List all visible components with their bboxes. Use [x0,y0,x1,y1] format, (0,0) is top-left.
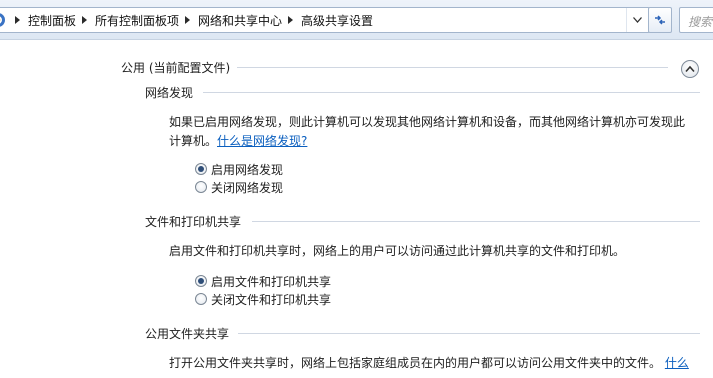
what-is-public-folder-sharing-link[interactable]: 什么 [665,356,689,370]
profile-title: 公用 (当前配置文件) [121,61,231,75]
collapse-profile-button[interactable] [681,60,699,78]
network-discovery-description: 如果已启用网络发现，则此计算机可以发现其他网络计算机和设备，而其他网络计算机亦可… [169,115,686,148]
network-discovery-divider [203,92,700,93]
radio-button-selected[interactable] [195,275,207,287]
breadcrumb-arrow-icon[interactable] [82,16,88,24]
public-folder-sharing-description: 打开公用文件夹共享时，网络上包括家庭组成员在内的用户都可以访问公用文件夹中的文件… [169,356,689,370]
address-bar-strip: 控制面板 所有控制面板项 网络和共享中心 高级共享设置 搜索 [0,0,713,40]
address-history-dropdown[interactable] [626,8,648,32]
option-label: 启用文件和打印机共享 [211,274,332,289]
disable-network-discovery-option[interactable]: 关闭网络发现 [195,179,283,195]
what-is-network-discovery-link[interactable]: 什么是网络发现? [217,134,307,148]
breadcrumb-network-sharing-center[interactable]: 网络和共享中心 [198,12,282,29]
chevron-down-icon [633,17,642,23]
chevron-up-icon [685,65,695,73]
refresh-icon [655,15,665,25]
file-printer-sharing-divider [252,221,700,222]
enable-file-printer-sharing-option[interactable]: 启用文件和打印机共享 [195,273,331,289]
breadcrumb-advanced-sharing[interactable]: 高级共享设置 [301,12,373,29]
option-label: 关闭网络发现 [211,180,284,195]
public-folder-sharing-divider [238,333,700,334]
public-folder-sharing-heading: 公用文件夹共享 [145,327,230,341]
radio-button[interactable] [195,293,207,305]
file-printer-sharing-description: 启用文件和打印机共享时，网络上的用户可以访问通过此计算机共享的文件和打印机。 [169,244,626,258]
radio-button[interactable] [195,181,207,193]
enable-network-discovery-option[interactable]: 启用网络发现 [195,161,283,177]
file-printer-sharing-heading: 文件和打印机共享 [145,215,242,229]
radio-button-selected[interactable] [195,163,207,175]
breadcrumb-arrow-icon[interactable] [15,16,20,24]
refresh-button[interactable] [648,7,672,33]
control-panel-icon [0,13,7,28]
disable-file-printer-sharing-option[interactable]: 关闭文件和打印机共享 [195,291,331,307]
address-bar[interactable]: 控制面板 所有控制面板项 网络和共享中心 高级共享设置 [0,7,650,33]
option-label: 关闭文件和打印机共享 [211,292,332,307]
option-label: 启用网络发现 [211,162,284,177]
breadcrumb: 控制面板 所有控制面板项 网络和共享中心 高级共享设置 [9,8,373,32]
breadcrumb-arrow-icon[interactable] [185,16,191,24]
breadcrumb-control-panel[interactable]: 控制面板 [28,12,76,29]
search-input[interactable]: 搜索 [679,7,713,33]
network-discovery-heading: 网络发现 [145,86,194,100]
search-placeholder: 搜索 [688,15,713,29]
breadcrumb-arrow-icon[interactable] [288,16,294,24]
profile-divider [237,67,668,68]
breadcrumb-all-control-panel-items[interactable]: 所有控制面板项 [95,12,179,29]
